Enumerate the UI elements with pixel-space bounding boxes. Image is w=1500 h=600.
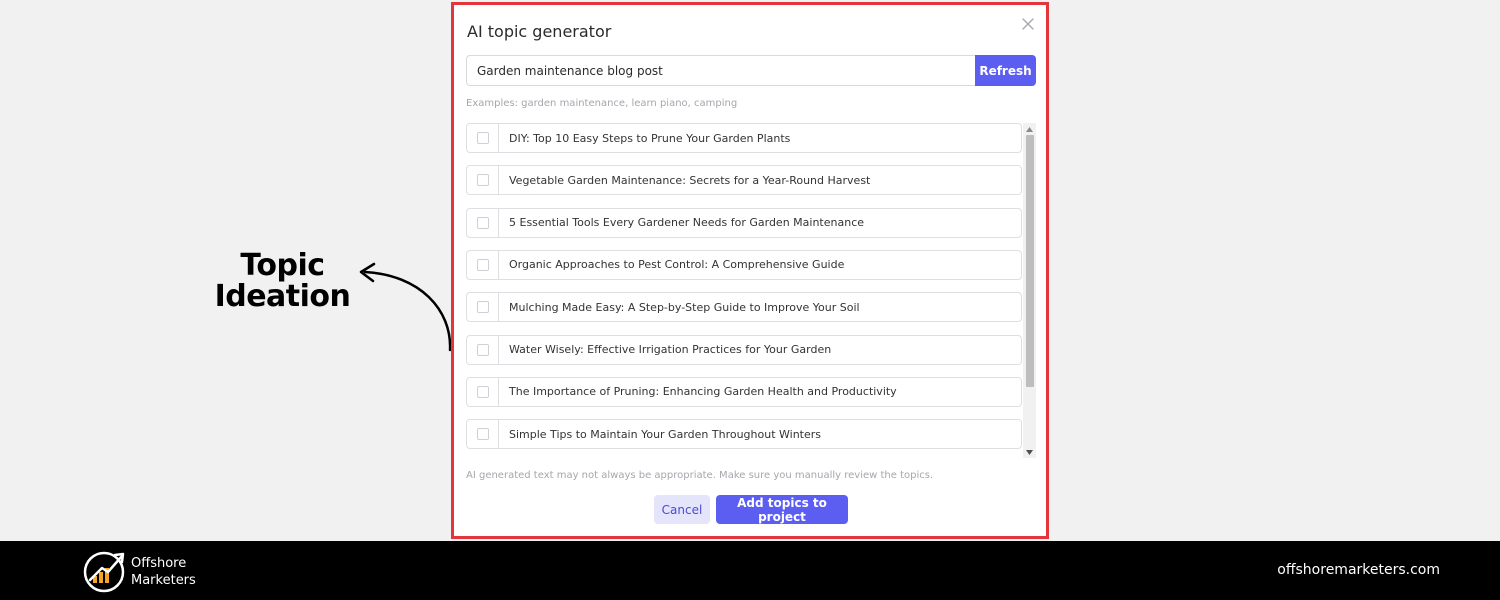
topic-checkbox[interactable]	[476, 258, 489, 271]
topic-checkbox-cell[interactable]	[467, 208, 499, 237]
close-icon[interactable]	[1020, 16, 1036, 32]
search-row: Refresh	[466, 55, 1036, 86]
topic-label: Organic Approaches to Pest Control: A Co…	[509, 258, 845, 272]
topic-checkbox-cell[interactable]	[467, 166, 499, 195]
topic-label: DIY: Top 10 Easy Steps to Prune Your Gar…	[509, 131, 791, 145]
annotation-label: Topic Ideation	[200, 250, 365, 312]
topic-row[interactable]: DIY: Top 10 Easy Steps to Prune Your Gar…	[466, 123, 1022, 153]
topic-checkbox-cell[interactable]	[467, 377, 499, 406]
topic-checkbox[interactable]	[476, 216, 489, 229]
topic-row[interactable]: The Importance of Pruning: Enhancing Gar…	[466, 376, 1022, 407]
topic-checkbox-cell[interactable]	[467, 250, 499, 279]
topic-list-scrollbar[interactable]	[1023, 123, 1036, 458]
topic-checkbox[interactable]	[476, 301, 489, 314]
brand-name-line-2: Marketers	[131, 573, 196, 588]
topic-checkbox[interactable]	[476, 174, 489, 187]
topic-search-input[interactable]	[466, 55, 975, 86]
topic-checkbox-cell[interactable]	[467, 335, 499, 364]
topic-row[interactable]: 5 Essential Tools Every Gardener Needs f…	[466, 207, 1022, 238]
topic-row[interactable]: Organic Approaches to Pest Control: A Co…	[466, 249, 1022, 280]
scroll-up-icon[interactable]	[1023, 123, 1036, 135]
topic-checkbox[interactable]	[476, 343, 489, 356]
brand-name: Offshore Marketers	[131, 555, 196, 589]
refresh-button[interactable]: Refresh	[975, 55, 1036, 86]
topic-label: Mulching Made Easy: A Step-by-Step Guide…	[509, 300, 860, 314]
topic-row[interactable]: Mulching Made Easy: A Step-by-Step Guide…	[466, 292, 1022, 323]
brand-name-line-1: Offshore	[131, 556, 187, 571]
curved-arrow-icon	[359, 262, 452, 352]
topic-row[interactable]: Water Wisely: Effective Irrigation Pract…	[466, 334, 1022, 365]
topic-label: 5 Essential Tools Every Gardener Needs f…	[509, 216, 865, 230]
ai-topic-generator-modal: AI topic generator Refresh Examples: gar…	[451, 2, 1049, 539]
topic-list-container: DIY: Top 10 Easy Steps to Prune Your Gar…	[466, 123, 1036, 458]
footer-bar: Offshore Marketers offshoremarketers.com	[0, 541, 1500, 600]
add-topics-button[interactable]: Add topics to project	[716, 495, 848, 524]
topic-checkbox[interactable]	[476, 132, 489, 144]
topic-row[interactable]: Vegetable Garden Maintenance: Secrets fo…	[466, 165, 1022, 196]
topic-checkbox[interactable]	[476, 428, 489, 441]
topic-label: Vegetable Garden Maintenance: Secrets fo…	[509, 173, 871, 187]
ai-disclaimer: AI generated text may not always be appr…	[466, 470, 934, 481]
annotation-line-2: Ideation	[214, 279, 351, 314]
topic-checkbox-cell[interactable]	[467, 420, 499, 449]
brand-logo-icon	[83, 551, 125, 593]
scroll-down-icon[interactable]	[1023, 446, 1036, 458]
topic-checkbox-cell[interactable]	[467, 293, 499, 322]
modal-title: AI topic generator	[467, 22, 612, 41]
topic-row[interactable]: Simple Tips to Maintain Your Garden Thro…	[466, 419, 1022, 450]
scrollbar-thumb[interactable]	[1026, 135, 1034, 387]
topic-label: Simple Tips to Maintain Your Garden Thro…	[509, 427, 822, 441]
cancel-button[interactable]: Cancel	[654, 495, 710, 524]
topic-label: Water Wisely: Effective Irrigation Pract…	[509, 343, 832, 356]
topic-checkbox[interactable]	[476, 385, 489, 398]
topic-checkbox-cell[interactable]	[467, 124, 499, 152]
examples-hint: Examples: garden maintenance, learn pian…	[466, 98, 738, 109]
topic-label: The Importance of Pruning: Enhancing Gar…	[509, 385, 897, 399]
annotation-line-1: Topic	[240, 248, 325, 283]
website-link[interactable]: offshoremarketers.com	[1277, 562, 1440, 578]
